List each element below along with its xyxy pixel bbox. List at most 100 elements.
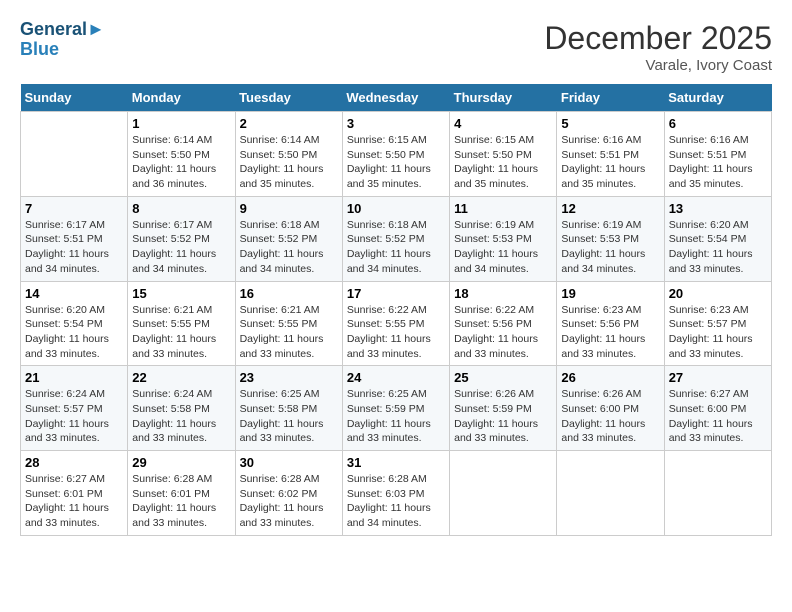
week-row-5: 28Sunrise: 6:27 AMSunset: 6:01 PMDayligh… xyxy=(21,451,772,536)
cell-info: Sunrise: 6:19 AMSunset: 5:53 PMDaylight:… xyxy=(561,218,659,277)
calendar-cell: 7 Sunrise: 6:17 AMSunset: 5:51 PMDaylight… xyxy=(21,196,128,281)
day-number: 30 xyxy=(240,455,338,470)
cell-info: Sunrise: 6:26 AMSunset: 5:59 PMDaylight:… xyxy=(454,387,552,446)
day-header-monday: Monday xyxy=(128,84,235,112)
calendar-cell: 28Sunrise: 6:27 AMSunset: 6:01 PMDayligh… xyxy=(21,451,128,536)
calendar-cell: 22Sunrise: 6:24 AMSunset: 5:58 PMDayligh… xyxy=(128,366,235,451)
calendar-cell: 20 Sunrise: 6:23 AMSunset: 5:57 PMDayligh… xyxy=(664,281,771,366)
day-header-friday: Friday xyxy=(557,84,664,112)
day-header-tuesday: Tuesday xyxy=(235,84,342,112)
week-row-3: 14 Sunrise: 6:20 AMSunset: 5:54 PMDayligh… xyxy=(21,281,772,366)
calendar-cell: 21 Sunrise: 6:24 AMSunset: 5:57 PMDayligh… xyxy=(21,366,128,451)
cell-info: Sunrise: 6:23 AMSunset: 5:57 PMDaylight:… xyxy=(669,303,767,362)
subtitle: Varale, Ivory Coast xyxy=(544,57,772,74)
day-number: 28 xyxy=(25,455,123,470)
page-header: General►Blue December 2025 Varale, Ivory… xyxy=(20,20,772,74)
logo: General►Blue xyxy=(20,20,105,60)
cell-info: Sunrise: 6:28 AMSunset: 6:02 PMDaylight:… xyxy=(240,472,338,531)
calendar-cell: 12 Sunrise: 6:19 AMSunset: 5:53 PMDayligh… xyxy=(557,196,664,281)
day-number: 24 xyxy=(347,370,445,385)
calendar-cell: 19 Sunrise: 6:23 AMSunset: 5:56 PMDayligh… xyxy=(557,281,664,366)
cell-info: Sunrise: 6:21 AMSunset: 5:55 PMDaylight:… xyxy=(132,303,230,362)
day-number: 11 xyxy=(454,201,552,216)
calendar-cell: 5Sunrise: 6:16 AMSunset: 5:51 PMDaylight… xyxy=(557,112,664,197)
week-row-1: 1 Sunrise: 6:14 AMSunset: 5:50 PMDaylight… xyxy=(21,112,772,197)
calendar-cell: 4 Sunrise: 6:15 AMSunset: 5:50 PMDaylight… xyxy=(450,112,557,197)
day-number: 23 xyxy=(240,370,338,385)
logo-text: General►Blue xyxy=(20,20,105,60)
calendar-cell: 18 Sunrise: 6:22 AMSunset: 5:56 PMDayligh… xyxy=(450,281,557,366)
day-number: 1 xyxy=(132,116,230,131)
calendar-table: SundayMondayTuesdayWednesdayThursdayFrid… xyxy=(20,84,772,536)
day-number: 3 xyxy=(347,116,445,131)
calendar-cell: 13 Sunrise: 6:20 AMSunset: 5:54 PMDayligh… xyxy=(664,196,771,281)
day-header-saturday: Saturday xyxy=(664,84,771,112)
day-number: 4 xyxy=(454,116,552,131)
calendar-cell: 3 Sunrise: 6:15 AMSunset: 5:50 PMDaylight… xyxy=(342,112,449,197)
calendar-cell: 14 Sunrise: 6:20 AMSunset: 5:54 PMDayligh… xyxy=(21,281,128,366)
calendar-cell: 6Sunrise: 6:16 AMSunset: 5:51 PMDaylight… xyxy=(664,112,771,197)
calendar-cell: 24 Sunrise: 6:25 AMSunset: 5:59 PMDayligh… xyxy=(342,366,449,451)
calendar-cell: 26Sunrise: 6:26 AMSunset: 6:00 PMDayligh… xyxy=(557,366,664,451)
day-number: 27 xyxy=(669,370,767,385)
calendar-cell: 27 Sunrise: 6:27 AMSunset: 6:00 PMDayligh… xyxy=(664,366,771,451)
cell-info: Sunrise: 6:14 AMSunset: 5:50 PMDaylight:… xyxy=(240,133,338,192)
calendar-cell: 17Sunrise: 6:22 AMSunset: 5:55 PMDayligh… xyxy=(342,281,449,366)
calendar-cell: 16 Sunrise: 6:21 AMSunset: 5:55 PMDayligh… xyxy=(235,281,342,366)
calendar-cell: 23 Sunrise: 6:25 AMSunset: 5:58 PMDayligh… xyxy=(235,366,342,451)
day-number: 17 xyxy=(347,286,445,301)
calendar-cell: 1 Sunrise: 6:14 AMSunset: 5:50 PMDaylight… xyxy=(128,112,235,197)
cell-info: Sunrise: 6:25 AMSunset: 5:58 PMDaylight:… xyxy=(240,387,338,446)
day-number: 13 xyxy=(669,201,767,216)
cell-info: Sunrise: 6:28 AMSunset: 6:01 PMDaylight:… xyxy=(132,472,230,531)
day-number: 26 xyxy=(561,370,659,385)
calendar-cell xyxy=(664,451,771,536)
calendar-cell xyxy=(21,112,128,197)
cell-info: Sunrise: 6:23 AMSunset: 5:56 PMDaylight:… xyxy=(561,303,659,362)
cell-info: Sunrise: 6:24 AMSunset: 5:58 PMDaylight:… xyxy=(132,387,230,446)
day-number: 18 xyxy=(454,286,552,301)
day-number: 29 xyxy=(132,455,230,470)
day-number: 5 xyxy=(561,116,659,131)
day-number: 16 xyxy=(240,286,338,301)
week-row-4: 21 Sunrise: 6:24 AMSunset: 5:57 PMDayligh… xyxy=(21,366,772,451)
cell-info: Sunrise: 6:18 AMSunset: 5:52 PMDaylight:… xyxy=(240,218,338,277)
calendar-body: 1 Sunrise: 6:14 AMSunset: 5:50 PMDaylight… xyxy=(21,112,772,536)
day-number: 14 xyxy=(25,286,123,301)
day-number: 21 xyxy=(25,370,123,385)
cell-info: Sunrise: 6:16 AMSunset: 5:51 PMDaylight:… xyxy=(669,133,767,192)
day-header-wednesday: Wednesday xyxy=(342,84,449,112)
title-block: December 2025 Varale, Ivory Coast xyxy=(544,20,772,74)
cell-info: Sunrise: 6:19 AMSunset: 5:53 PMDaylight:… xyxy=(454,218,552,277)
cell-info: Sunrise: 6:15 AMSunset: 5:50 PMDaylight:… xyxy=(454,133,552,192)
day-number: 12 xyxy=(561,201,659,216)
calendar-cell: 8 Sunrise: 6:17 AMSunset: 5:52 PMDaylight… xyxy=(128,196,235,281)
cell-info: Sunrise: 6:28 AMSunset: 6:03 PMDaylight:… xyxy=(347,472,445,531)
day-number: 7 xyxy=(25,201,123,216)
cell-info: Sunrise: 6:20 AMSunset: 5:54 PMDaylight:… xyxy=(25,303,123,362)
day-number: 19 xyxy=(561,286,659,301)
cell-info: Sunrise: 6:17 AMSunset: 5:52 PMDaylight:… xyxy=(132,218,230,277)
calendar-cell: 29 Sunrise: 6:28 AMSunset: 6:01 PMDayligh… xyxy=(128,451,235,536)
cell-info: Sunrise: 6:20 AMSunset: 5:54 PMDaylight:… xyxy=(669,218,767,277)
day-number: 20 xyxy=(669,286,767,301)
cell-info: Sunrise: 6:21 AMSunset: 5:55 PMDaylight:… xyxy=(240,303,338,362)
cell-info: Sunrise: 6:27 AMSunset: 6:00 PMDaylight:… xyxy=(669,387,767,446)
cell-info: Sunrise: 6:25 AMSunset: 5:59 PMDaylight:… xyxy=(347,387,445,446)
calendar-header-row: SundayMondayTuesdayWednesdayThursdayFrid… xyxy=(21,84,772,112)
calendar-cell: 2Sunrise: 6:14 AMSunset: 5:50 PMDaylight… xyxy=(235,112,342,197)
cell-info: Sunrise: 6:15 AMSunset: 5:50 PMDaylight:… xyxy=(347,133,445,192)
cell-info: Sunrise: 6:17 AMSunset: 5:51 PMDaylight:… xyxy=(25,218,123,277)
day-number: 9 xyxy=(240,201,338,216)
day-number: 10 xyxy=(347,201,445,216)
cell-info: Sunrise: 6:24 AMSunset: 5:57 PMDaylight:… xyxy=(25,387,123,446)
week-row-2: 7 Sunrise: 6:17 AMSunset: 5:51 PMDaylight… xyxy=(21,196,772,281)
day-number: 8 xyxy=(132,201,230,216)
cell-info: Sunrise: 6:22 AMSunset: 5:56 PMDaylight:… xyxy=(454,303,552,362)
day-number: 25 xyxy=(454,370,552,385)
calendar-cell: 25 Sunrise: 6:26 AMSunset: 5:59 PMDayligh… xyxy=(450,366,557,451)
cell-info: Sunrise: 6:14 AMSunset: 5:50 PMDaylight:… xyxy=(132,133,230,192)
day-number: 15 xyxy=(132,286,230,301)
calendar-cell: 9 Sunrise: 6:18 AMSunset: 5:52 PMDaylight… xyxy=(235,196,342,281)
cell-info: Sunrise: 6:18 AMSunset: 5:52 PMDaylight:… xyxy=(347,218,445,277)
